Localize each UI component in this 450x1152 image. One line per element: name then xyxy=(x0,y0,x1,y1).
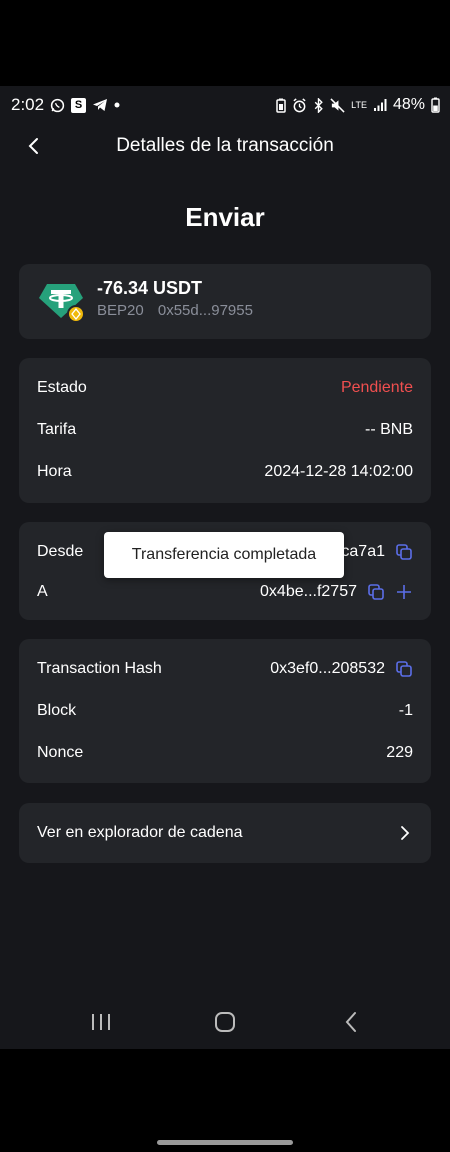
token-card: -76.34 USDT BEP20 0x55d...97955 xyxy=(19,264,431,339)
from-address: ca7a1 xyxy=(341,543,385,560)
recents-icon xyxy=(92,1014,110,1030)
home-icon xyxy=(215,1012,235,1032)
app-screen: 2:02 S LTE 48% Detalles de la transacció… xyxy=(0,86,450,1049)
block-row: Block -1 xyxy=(37,699,413,723)
token-network-info: BEP20 0x55d...97955 xyxy=(97,302,263,319)
status-value: Pendiente xyxy=(340,379,413,396)
fee-label: Tarifa xyxy=(37,421,77,438)
hash-value-group: 0x3ef0...208532 xyxy=(270,660,413,678)
system-nav-bar xyxy=(0,1001,450,1041)
explorer-link[interactable]: Ver en explorador de cadena xyxy=(19,803,431,863)
to-address-group: 0x4be...f2757 xyxy=(260,583,413,601)
fee-row: Tarifa -- BNB xyxy=(37,418,413,442)
status-time: 2:02 xyxy=(11,95,45,114)
gesture-bar[interactable] xyxy=(157,1140,293,1145)
lte-icon: LTE xyxy=(351,99,367,110)
mute-icon xyxy=(330,97,345,113)
nav-back-button[interactable] xyxy=(338,1009,364,1035)
from-label: Desde xyxy=(37,543,84,560)
network-label: BEP20 xyxy=(97,302,144,319)
battery-percentage: 48% xyxy=(392,96,425,113)
battery-saver-icon xyxy=(276,98,286,113)
nonce-row: Nonce 229 xyxy=(37,741,413,765)
from-address-group: ca7a1 xyxy=(341,543,413,561)
header: Detalles de la transacción xyxy=(0,124,450,168)
battery-icon xyxy=(431,97,440,113)
nonce-label: Nonce xyxy=(37,744,84,761)
notification-dot-icon xyxy=(114,102,120,108)
status-label: Estado xyxy=(37,379,87,396)
usdt-logo xyxy=(37,280,87,324)
whatsapp-icon xyxy=(50,98,65,113)
recents-button[interactable] xyxy=(88,1009,114,1035)
telegram-icon xyxy=(92,98,108,112)
status-card: Estado Pendiente Tarifa -- BNB Hora 2024… xyxy=(19,358,431,503)
copy-icon[interactable] xyxy=(367,583,385,601)
alarm-icon xyxy=(292,97,307,113)
bluetooth-icon xyxy=(313,97,324,113)
toast-notification: Transferencia completada xyxy=(104,532,344,578)
page-header-title: Detalles de la transacción xyxy=(116,135,334,156)
hash-row: Transaction Hash 0x3ef0...208532 xyxy=(37,657,413,681)
block-label: Block xyxy=(37,702,77,719)
nav-back-icon xyxy=(345,1012,356,1032)
explorer-label: Ver en explorador de cadena xyxy=(37,824,243,841)
to-address: 0x4be...f2757 xyxy=(260,583,357,600)
hash-card: Transaction Hash 0x3ef0...208532 Block -… xyxy=(19,639,431,783)
nonce-value: 229 xyxy=(386,744,413,761)
to-row: A 0x4be...f2757 xyxy=(37,580,413,604)
status-bar: 2:02 S LTE 48% xyxy=(0,86,450,124)
signal-icon xyxy=(373,98,387,112)
to-label: A xyxy=(37,583,48,600)
fee-value: -- BNB xyxy=(365,421,413,438)
s-app-icon: S xyxy=(71,97,87,113)
status-row: Estado Pendiente xyxy=(37,376,413,400)
hash-value: 0x3ef0...208532 xyxy=(270,660,385,677)
transaction-type-title: Enviar xyxy=(185,202,265,232)
transaction-amount: -76.34 USDT xyxy=(97,278,203,298)
copy-icon[interactable] xyxy=(395,543,413,561)
copy-icon[interactable] xyxy=(395,660,413,678)
hash-label: Transaction Hash xyxy=(37,660,162,677)
plus-icon[interactable] xyxy=(395,583,413,601)
chevron-right-icon xyxy=(401,826,410,840)
time-row: Hora 2024-12-28 14:02:00 xyxy=(37,460,413,484)
explorer-row: Ver en explorador de cadena xyxy=(37,821,413,845)
contract-address: 0x55d...97955 xyxy=(157,302,253,319)
home-button[interactable] xyxy=(212,1009,238,1035)
time-label: Hora xyxy=(37,463,72,480)
block-value: -1 xyxy=(398,702,413,719)
time-value: 2024-12-28 14:02:00 xyxy=(264,463,413,480)
